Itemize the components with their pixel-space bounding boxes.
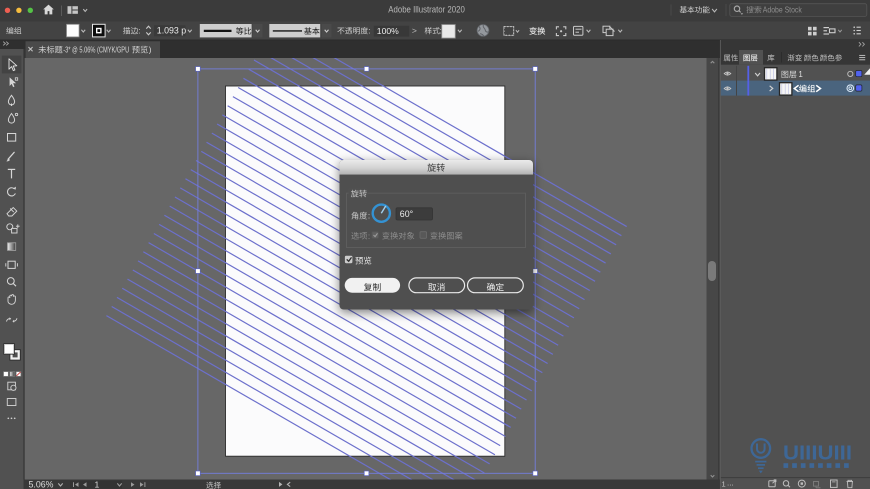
svg-text:Adobe Stock: Adobe Stock (763, 5, 803, 15)
svg-text:>: > (412, 26, 417, 36)
svg-text:1: 1 (95, 479, 100, 489)
svg-text::: : (368, 212, 370, 221)
svg-text::: : (368, 27, 370, 36)
svg-text:Adobe Illustrator 2020: Adobe Illustrator 2020 (388, 4, 465, 14)
svg-text::: : (368, 232, 370, 241)
svg-text:...: ... (727, 478, 734, 487)
svg-text:1: 1 (722, 480, 726, 489)
svg-text:1: 1 (798, 70, 803, 79)
svg-text:-3* @ 5.06% (CMYK/GPU: -3* @ 5.06% (CMYK/GPU (63, 46, 129, 55)
svg-text:): ) (149, 46, 152, 55)
svg-text::: : (138, 27, 140, 36)
svg-text:UIIIUIII: UIIIUIII (783, 442, 852, 465)
svg-text:1.093 p: 1.093 p (157, 26, 186, 36)
svg-text:60°: 60° (400, 209, 413, 219)
svg-text:100%: 100% (377, 26, 399, 36)
svg-text:5.06%: 5.06% (29, 480, 54, 489)
